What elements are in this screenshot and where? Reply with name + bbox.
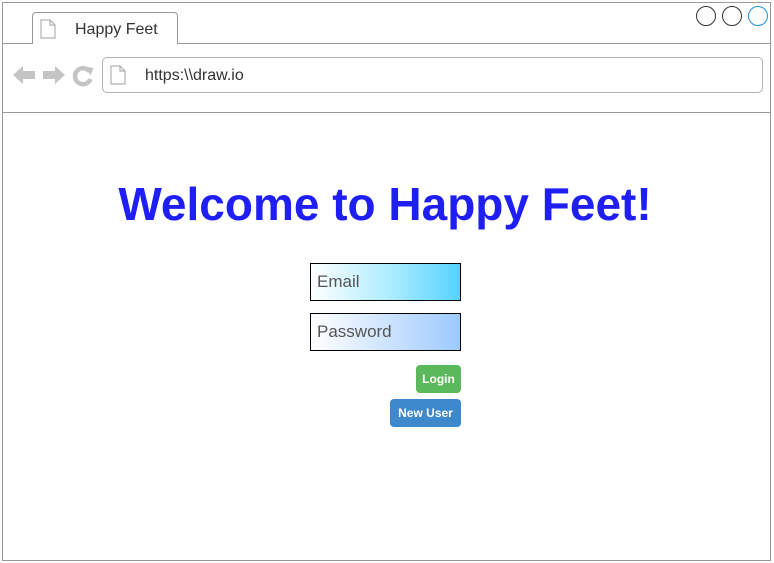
url-text: https:\\draw.io xyxy=(145,67,244,84)
reload-icon[interactable] xyxy=(72,65,94,92)
tab-title: Happy Feet xyxy=(75,21,158,38)
tab-bar: Happy Feet xyxy=(3,3,770,44)
maximize-button[interactable] xyxy=(722,6,742,26)
new-user-button[interactable]: New User xyxy=(390,399,461,427)
minimize-button[interactable] xyxy=(696,6,716,26)
navigation-bar: https:\\draw.io xyxy=(3,44,770,113)
page-icon xyxy=(110,65,126,90)
browser-tab[interactable]: Happy Feet xyxy=(32,12,178,44)
email-field[interactable] xyxy=(310,263,461,301)
login-button[interactable]: Login xyxy=(416,365,461,393)
forward-arrow-icon[interactable] xyxy=(42,65,66,90)
browser-window: Happy Feet https:\\draw.io Welcome to Ha… xyxy=(2,2,771,561)
address-bar[interactable]: https:\\draw.io xyxy=(102,57,763,93)
page-icon xyxy=(40,19,56,44)
back-arrow-icon[interactable] xyxy=(12,65,36,90)
page-title: Welcome to Happy Feet! xyxy=(118,178,652,230)
page-content: Welcome to Happy Feet! Login New User xyxy=(3,113,770,560)
password-field[interactable] xyxy=(310,313,461,351)
close-button[interactable] xyxy=(748,6,768,26)
